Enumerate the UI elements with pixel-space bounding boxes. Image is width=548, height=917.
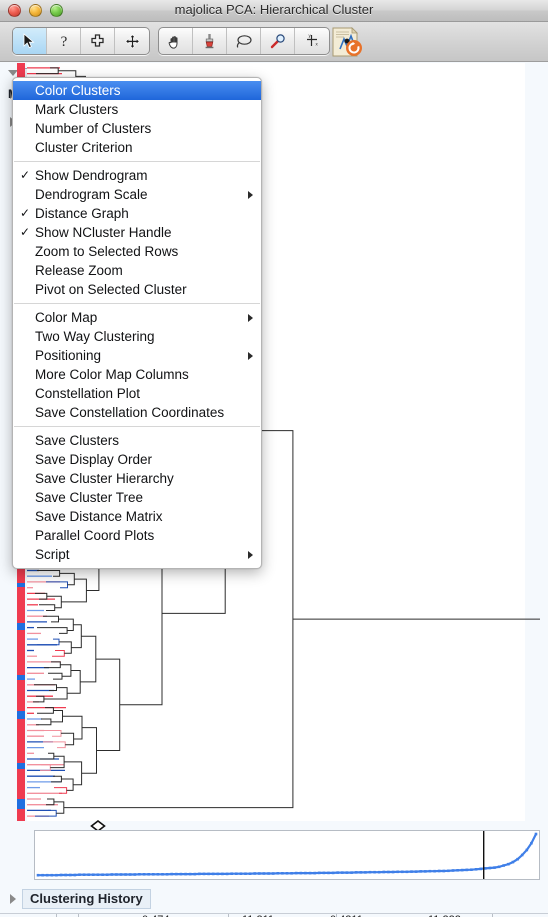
magnifier-tool[interactable]	[261, 28, 295, 54]
menu-item-label: Color Map	[35, 310, 98, 325]
menu-item-label: Cluster Criterion	[35, 140, 133, 155]
question-mark-icon: ?	[60, 34, 67, 49]
menu-item-label: Release Zoom	[35, 263, 123, 278]
menu-item-constellation-plot[interactable]: Constellation Plot	[13, 384, 261, 403]
disclosure-triangle-clustering-history[interactable]	[10, 894, 16, 904]
four-way-arrow-icon	[124, 33, 140, 49]
submenu-arrow-icon	[248, 551, 253, 559]
distance-graph-canvas	[36, 831, 538, 879]
menu-item-color-clusters[interactable]: Color Clusters	[13, 81, 261, 100]
toolbar-group-tools: y x	[158, 27, 330, 55]
submenu-arrow-icon	[248, 191, 253, 199]
menu-item-save-constellation-coordinates[interactable]: Save Constellation Coordinates	[13, 403, 261, 422]
clustering-history-row[interactable]: Clustering History	[10, 889, 151, 909]
menu-item-label: Dendrogram Scale	[35, 187, 148, 202]
paintbrush-icon	[205, 33, 214, 48]
menu-item-label: Save Cluster Hierarchy	[35, 471, 174, 486]
menu-item-script[interactable]: Script	[13, 545, 261, 564]
menu-item-label: Save Constellation Coordinates	[35, 405, 225, 420]
menu-item-label: Parallel Coord Plots	[35, 528, 155, 543]
menu-separator	[14, 303, 260, 304]
grabber-tool[interactable]	[159, 28, 193, 54]
distance-points	[36, 832, 538, 877]
menu-item-save-clusters[interactable]: Save Clusters	[13, 431, 261, 450]
menu-item-pivot-on-selected-cluster[interactable]: Pivot on Selected Cluster	[13, 280, 261, 299]
brush-tool[interactable]	[193, 28, 227, 54]
window-titlebar: majolica PCA: Hierarchical Cluster	[0, 0, 548, 22]
menu-item-cluster-criterion[interactable]: Cluster Criterion	[13, 138, 261, 157]
menu-item-number-of-clusters[interactable]: Number of Clusters	[13, 119, 261, 138]
menu-item-mark-clusters[interactable]: Mark Clusters	[13, 100, 261, 119]
help-tool[interactable]: ?	[47, 28, 81, 54]
menu-item-label: Script	[35, 547, 70, 562]
red-triangle-popup-menu[interactable]: Color Clusters Mark Clusters Number of Clu…	[12, 77, 262, 569]
lasso-tool[interactable]	[227, 28, 261, 54]
menu-item-distance-graph[interactable]: ✓ Distance Graph	[13, 204, 261, 223]
window-title: majolica PCA: Hierarchical Cluster	[174, 2, 374, 17]
menu-item-save-distance-matrix[interactable]: Save Distance Matrix	[13, 507, 261, 526]
checkmark-icon: ✓	[19, 168, 31, 182]
menu-item-show-dendrogram[interactable]: ✓ Show Dendrogram	[13, 166, 261, 185]
menu-item-label: Number of Clusters	[35, 121, 152, 136]
menu-item-label: Two Way Clustering	[35, 329, 155, 344]
menu-item-color-map[interactable]: Color Map	[13, 308, 261, 327]
menu-item-dendrogram-scale[interactable]: Dendrogram Scale	[13, 185, 261, 204]
jmp-document-refresh-icon	[332, 27, 362, 57]
crosshair-icon	[91, 33, 104, 47]
menu-item-more-color-map-columns[interactable]: More Color Map Columns	[13, 365, 261, 384]
svg-text:?: ?	[60, 34, 67, 49]
menu-item-label: Zoom to Selected Rows	[35, 244, 179, 259]
menu-item-save-display-order[interactable]: Save Display Order	[13, 450, 261, 469]
submenu-arrow-icon	[248, 314, 253, 322]
menu-item-save-cluster-hierarchy[interactable]: Save Cluster Hierarchy	[13, 469, 261, 488]
arrow-tool[interactable]	[13, 28, 47, 54]
menu-item-label: More Color Map Columns	[35, 367, 189, 382]
toolbar-group-selection: ?	[12, 27, 150, 55]
move-tool[interactable]	[115, 28, 149, 54]
menu-item-label: Distance Graph	[35, 206, 129, 221]
menu-item-release-zoom[interactable]: Release Zoom	[13, 261, 261, 280]
axis-labels-icon: y x	[307, 33, 319, 47]
menu-item-label: Save Clusters	[35, 433, 120, 448]
menu-item-label: Show NCluster Handle	[35, 225, 172, 240]
toolbar: ? y x	[0, 22, 548, 62]
menu-item-label: Show Dendrogram	[35, 168, 148, 183]
menu-item-label: Save Cluster Tree	[35, 490, 144, 505]
menu-item-two-way-clustering[interactable]: Two Way Clustering	[13, 327, 261, 346]
hand-icon	[168, 35, 178, 49]
menu-item-label: Positioning	[35, 348, 102, 363]
crosshair-tool[interactable]	[81, 28, 115, 54]
jmp-update-button[interactable]	[330, 27, 364, 59]
cursor-arrow-icon	[23, 33, 35, 49]
menu-item-label: Mark Clusters	[35, 102, 119, 117]
menu-item-parallel-coord-plots[interactable]: Parallel Coord Plots	[13, 526, 261, 545]
menu-item-show-ncluster-handle[interactable]: ✓ Show NCluster Handle	[13, 223, 261, 242]
menu-separator	[14, 161, 260, 162]
checkmark-icon: ✓	[19, 225, 31, 239]
menu-item-label: Constellation Plot	[35, 386, 141, 401]
menu-item-save-cluster-tree[interactable]: Save Cluster Tree	[13, 488, 261, 507]
menu-item-positioning[interactable]: Positioning	[13, 346, 261, 365]
annotate-tool[interactable]: y x	[295, 28, 329, 54]
svg-text:x: x	[316, 42, 319, 47]
menu-item-label: Save Distance Matrix	[35, 509, 163, 524]
menu-item-label: Pivot on Selected Cluster	[35, 282, 187, 297]
menu-item-zoom-to-selected-rows[interactable]: Zoom to Selected Rows	[13, 242, 261, 261]
checkmark-icon: ✓	[19, 206, 31, 220]
submenu-arrow-icon	[248, 352, 253, 360]
distance-graph[interactable]	[34, 830, 540, 880]
magnifying-glass-icon	[270, 34, 285, 49]
menu-separator	[14, 426, 260, 427]
menu-item-label: Color Clusters	[35, 83, 121, 98]
menu-item-label: Save Display Order	[35, 452, 153, 467]
clustering-history-label: Clustering History	[22, 889, 151, 909]
lasso-icon	[236, 34, 252, 48]
